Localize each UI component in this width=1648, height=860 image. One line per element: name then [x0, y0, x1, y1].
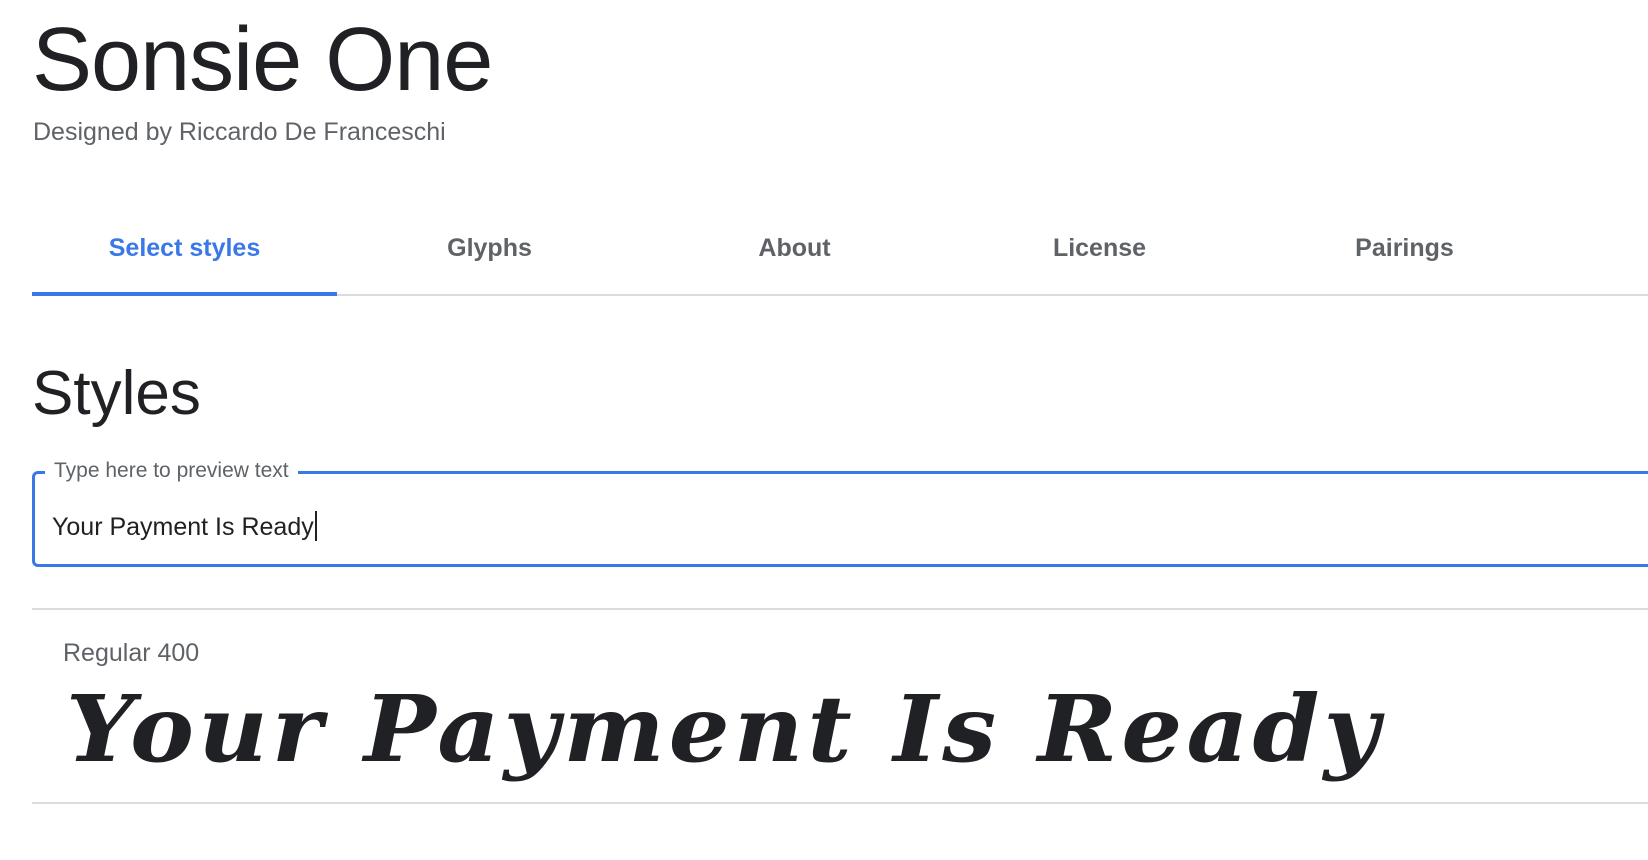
- tab-license[interactable]: License: [947, 210, 1252, 294]
- designer-credit: Designed by Riccardo De Franceschi: [33, 118, 446, 146]
- font-title: Sonsie One: [32, 10, 493, 110]
- tab-label: About: [758, 233, 831, 262]
- preview-text-input[interactable]: Your Payment Is Ready: [52, 509, 317, 545]
- tab-bar: Select styles Glyphs About License Pairi…: [32, 210, 1648, 296]
- tab-pairings[interactable]: Pairings: [1252, 210, 1557, 294]
- preview-text-label: Type here to preview text: [45, 457, 298, 485]
- tab-glyphs[interactable]: Glyphs: [337, 210, 642, 294]
- divider: [32, 802, 1648, 804]
- tab-label: Glyphs: [447, 233, 532, 262]
- styles-heading: Styles: [32, 359, 201, 428]
- tab-label: License: [1052, 233, 1147, 262]
- tab-select-styles[interactable]: Select styles: [32, 210, 337, 296]
- preview-text-field[interactable]: Type here to preview text Your Payment I…: [32, 457, 1648, 567]
- tab-label: Pairings: [1355, 233, 1454, 262]
- font-detail-page: Sonsie One Designed by Riccardo De Franc…: [0, 0, 1648, 860]
- style-row-regular-400[interactable]: Regular 400 Your Payment Is Ready: [32, 610, 1648, 802]
- tab-about[interactable]: About: [642, 210, 947, 294]
- preview-text-value: Your Payment Is Ready: [52, 513, 314, 541]
- style-name: Regular 400: [63, 639, 200, 667]
- text-cursor: [314, 511, 317, 541]
- tab-label: Select styles: [108, 233, 261, 262]
- style-sample-text: Your Payment Is Ready: [66, 675, 1384, 783]
